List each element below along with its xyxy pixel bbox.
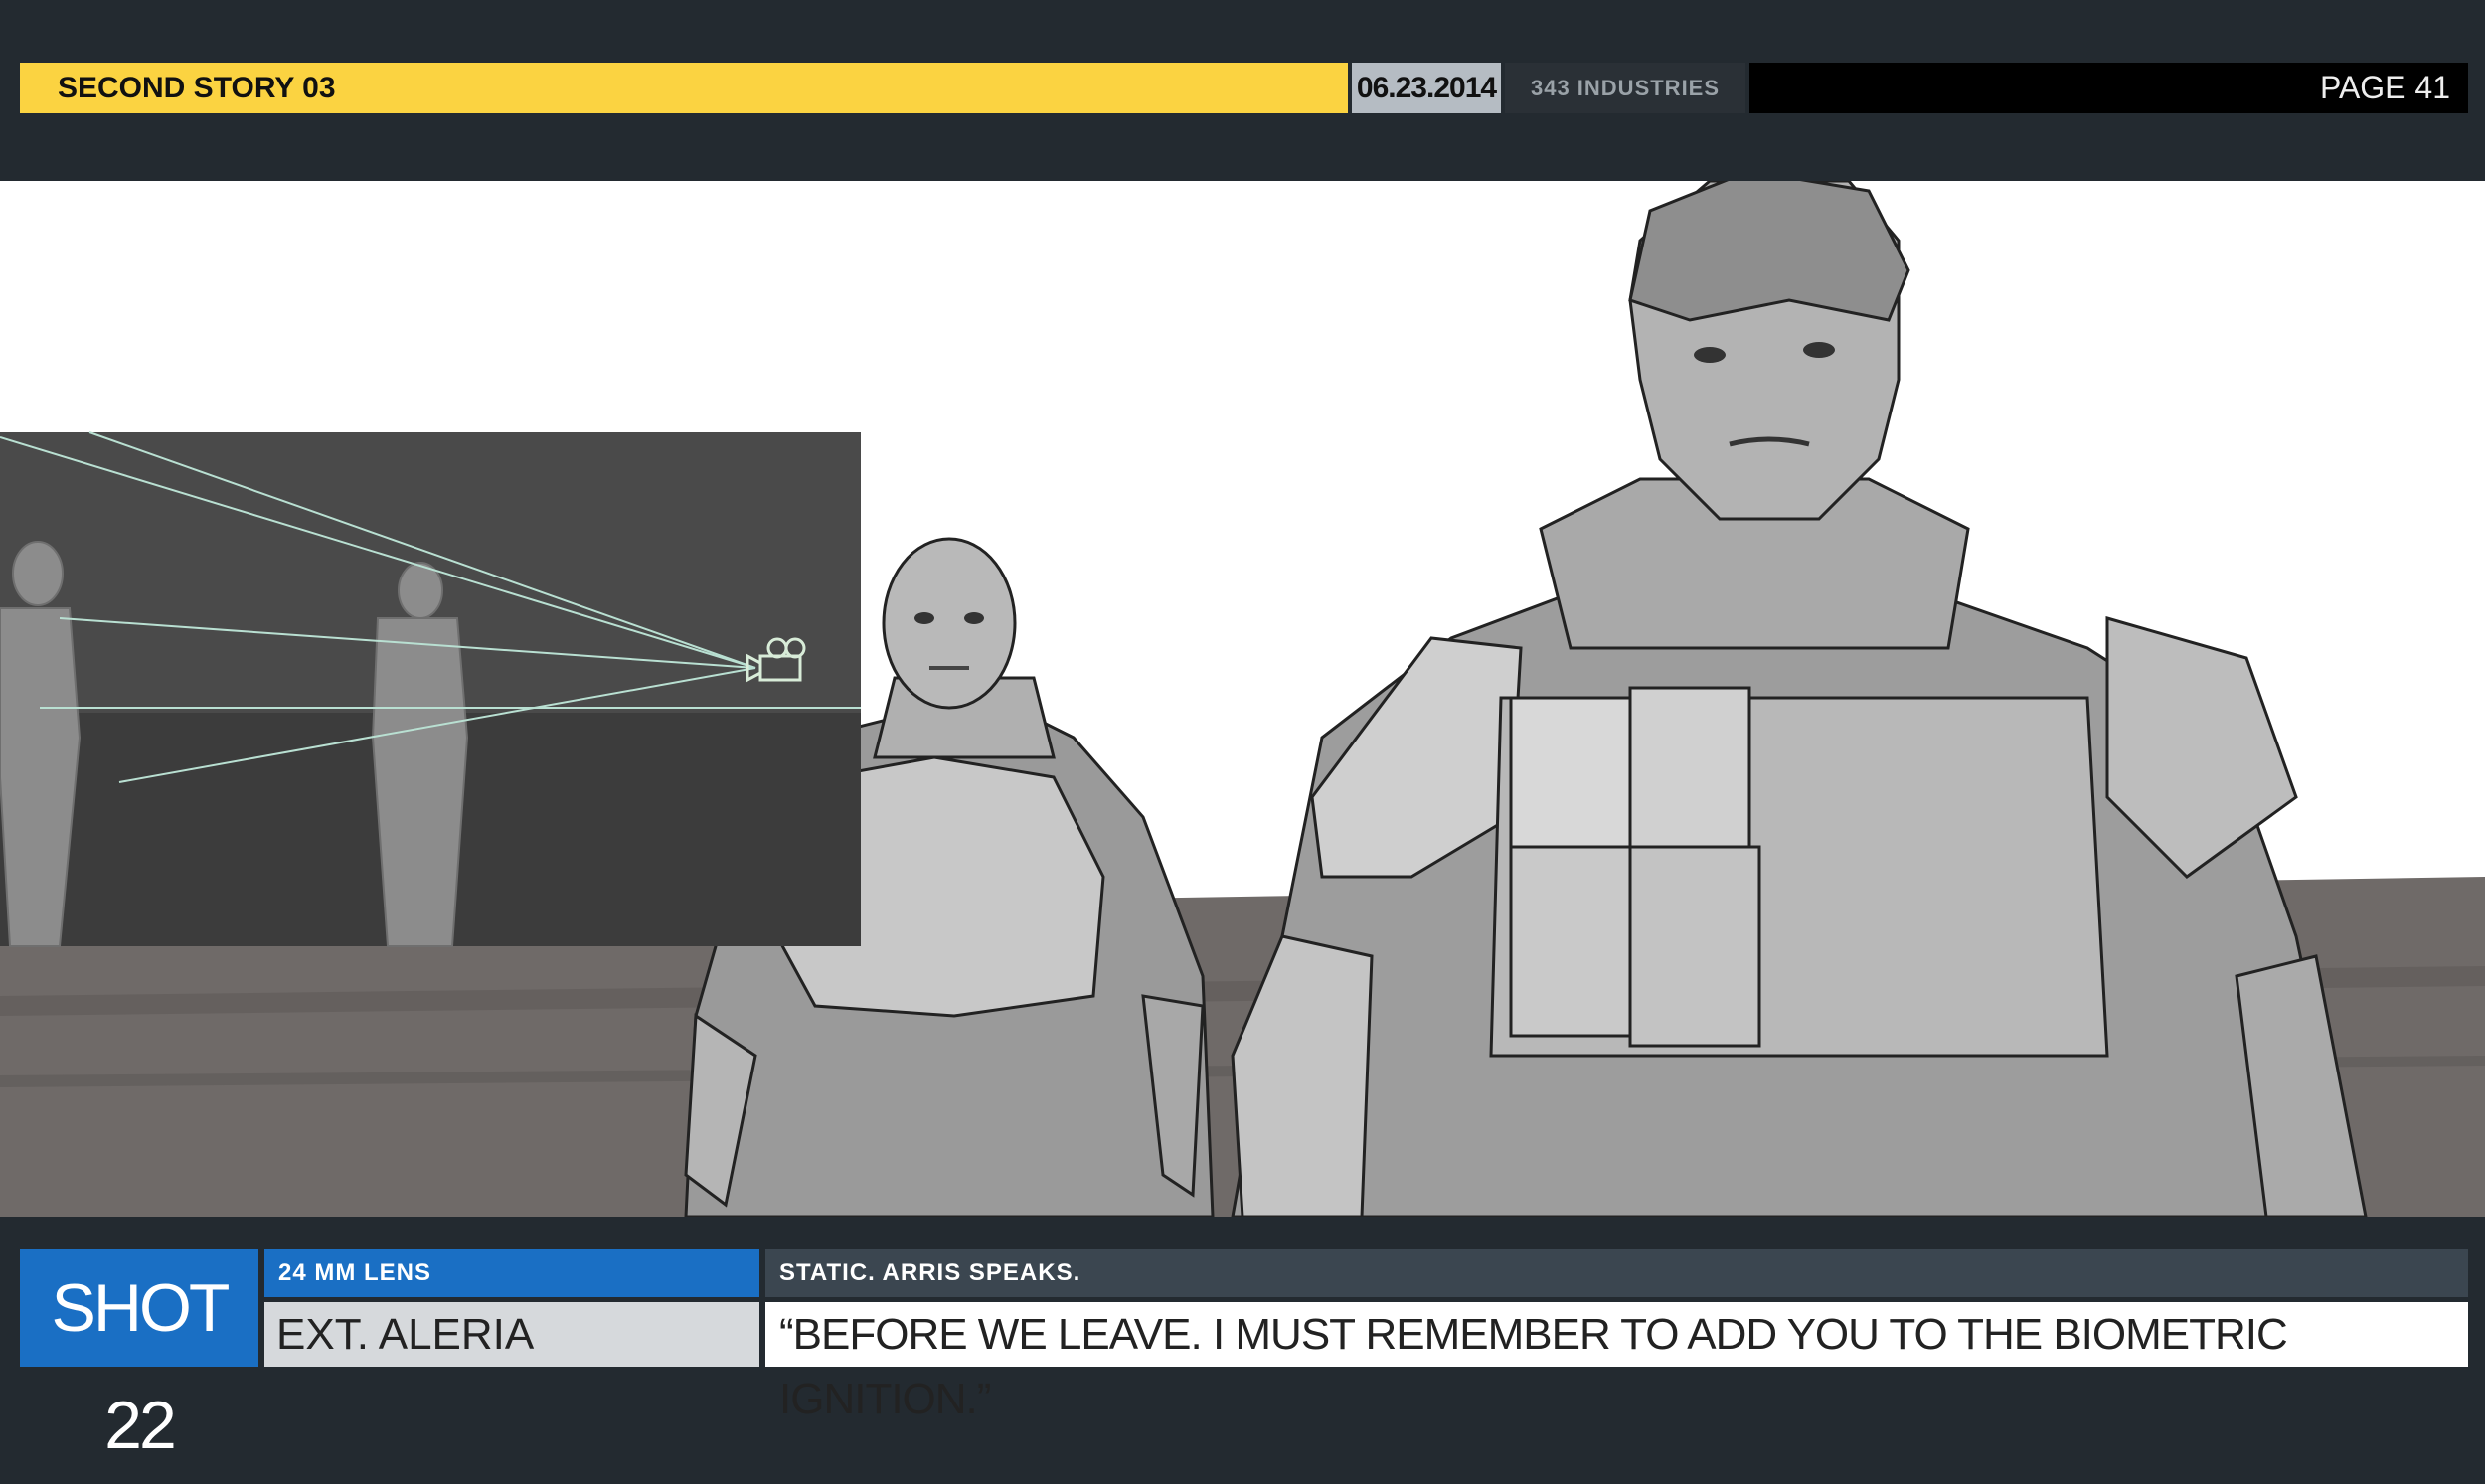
page-number: PAGE 41: [1749, 63, 2468, 113]
camera-setup-inset: [0, 431, 861, 947]
storyboard-illustration: [0, 181, 2485, 1217]
action-description: STATIC. ARRIS SPEAKS.: [765, 1249, 2468, 1297]
location-label: EXT. ALERIA: [264, 1302, 759, 1367]
date-label: 06.23.2014: [1352, 63, 1501, 113]
project-title: SECOND STORY 03: [20, 63, 1348, 113]
studio-logo: 343 INDUSTRIES: [1505, 63, 1745, 113]
dialogue-line: “BEFORE WE LEAVE. I MUST REMEMBER TO ADD…: [765, 1302, 2468, 1423]
storyboard-frame: [0, 181, 2485, 1217]
shot-number: SHOT 22: [20, 1249, 258, 1463]
lens-label: 24 MM LENS: [264, 1249, 759, 1297]
